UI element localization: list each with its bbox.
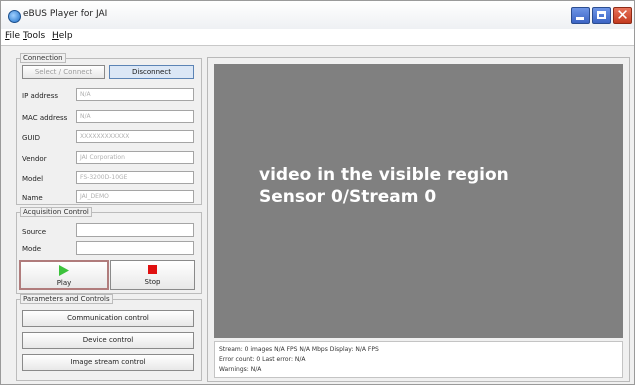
maximize-button[interactable] (592, 7, 611, 24)
stop-button[interactable]: Stop (110, 260, 195, 290)
parameters-group-title: Parameters and Controls (20, 294, 113, 304)
image-stream-control-button[interactable]: Image stream control (22, 354, 194, 371)
mac-address-field: N/A (76, 110, 194, 123)
guid-field: XXXXXXXXXXXX (76, 130, 194, 143)
guid-label: GUID (22, 134, 41, 142)
device-control-button[interactable]: Device control (22, 332, 194, 349)
vendor-field: JAI Corporation (76, 151, 194, 164)
play-label: Play (56, 279, 72, 287)
overlay-line-2: Sensor 0/Stream 0 (259, 187, 437, 207)
close-icon: ✕ (616, 6, 629, 24)
error-status: Error count: 0 Last error: N/A (219, 356, 306, 363)
warning-status: Warnings: N/A (219, 366, 262, 373)
mode-label: Mode (22, 245, 42, 253)
window-title: eBUS Player for JAI (23, 9, 108, 19)
select-connect-button[interactable]: Select / Connect (22, 65, 105, 79)
source-select[interactable] (76, 223, 194, 237)
communication-control-button[interactable]: Communication control (22, 310, 194, 327)
overlay-line-1: video in the visible region (259, 165, 509, 185)
model-label: Model (22, 175, 44, 183)
menu-file[interactable]: File (5, 31, 20, 41)
minimize-icon (576, 17, 584, 20)
model-field: FS-3200D-10GE (76, 171, 194, 184)
play-button[interactable]: Play (19, 260, 109, 290)
app-icon (8, 10, 21, 23)
stop-label: Stop (144, 278, 161, 286)
acquisition-group-title: Acquisition Control (20, 207, 92, 217)
close-button[interactable]: ✕ (613, 6, 632, 24)
source-label: Source (22, 228, 47, 236)
minimize-button[interactable] (571, 7, 590, 24)
ip-address-field: N/A (76, 88, 194, 101)
menu-bar: File Tools Help (1, 29, 634, 46)
connection-group-title: Connection (20, 53, 66, 63)
stop-icon (148, 265, 157, 274)
name-label: Name (22, 194, 43, 202)
play-icon (59, 265, 69, 276)
video-overlay-text: video in the visible region Sensor 0/Str… (259, 164, 509, 208)
maximize-icon (597, 11, 606, 19)
mac-address-label: MAC address (22, 114, 68, 122)
menu-help[interactable]: Help (52, 31, 73, 41)
menu-tools[interactable]: Tools (23, 31, 45, 41)
vendor-label: Vendor (22, 155, 47, 163)
ip-address-label: IP address (22, 92, 59, 100)
mode-select[interactable] (76, 241, 194, 255)
title-bar[interactable]: eBUS Player for JAI ✕ (1, 1, 634, 29)
status-panel: Stream: 0 images N/A FPS N/A Mbps Displa… (214, 341, 623, 378)
stream-status: Stream: 0 images N/A FPS N/A Mbps Displa… (219, 346, 379, 353)
main-window: eBUS Player for JAI ✕ File Tools Help Co… (0, 0, 635, 385)
disconnect-button[interactable]: Disconnect (109, 65, 194, 79)
name-field: JAI_DEMO (76, 190, 194, 203)
